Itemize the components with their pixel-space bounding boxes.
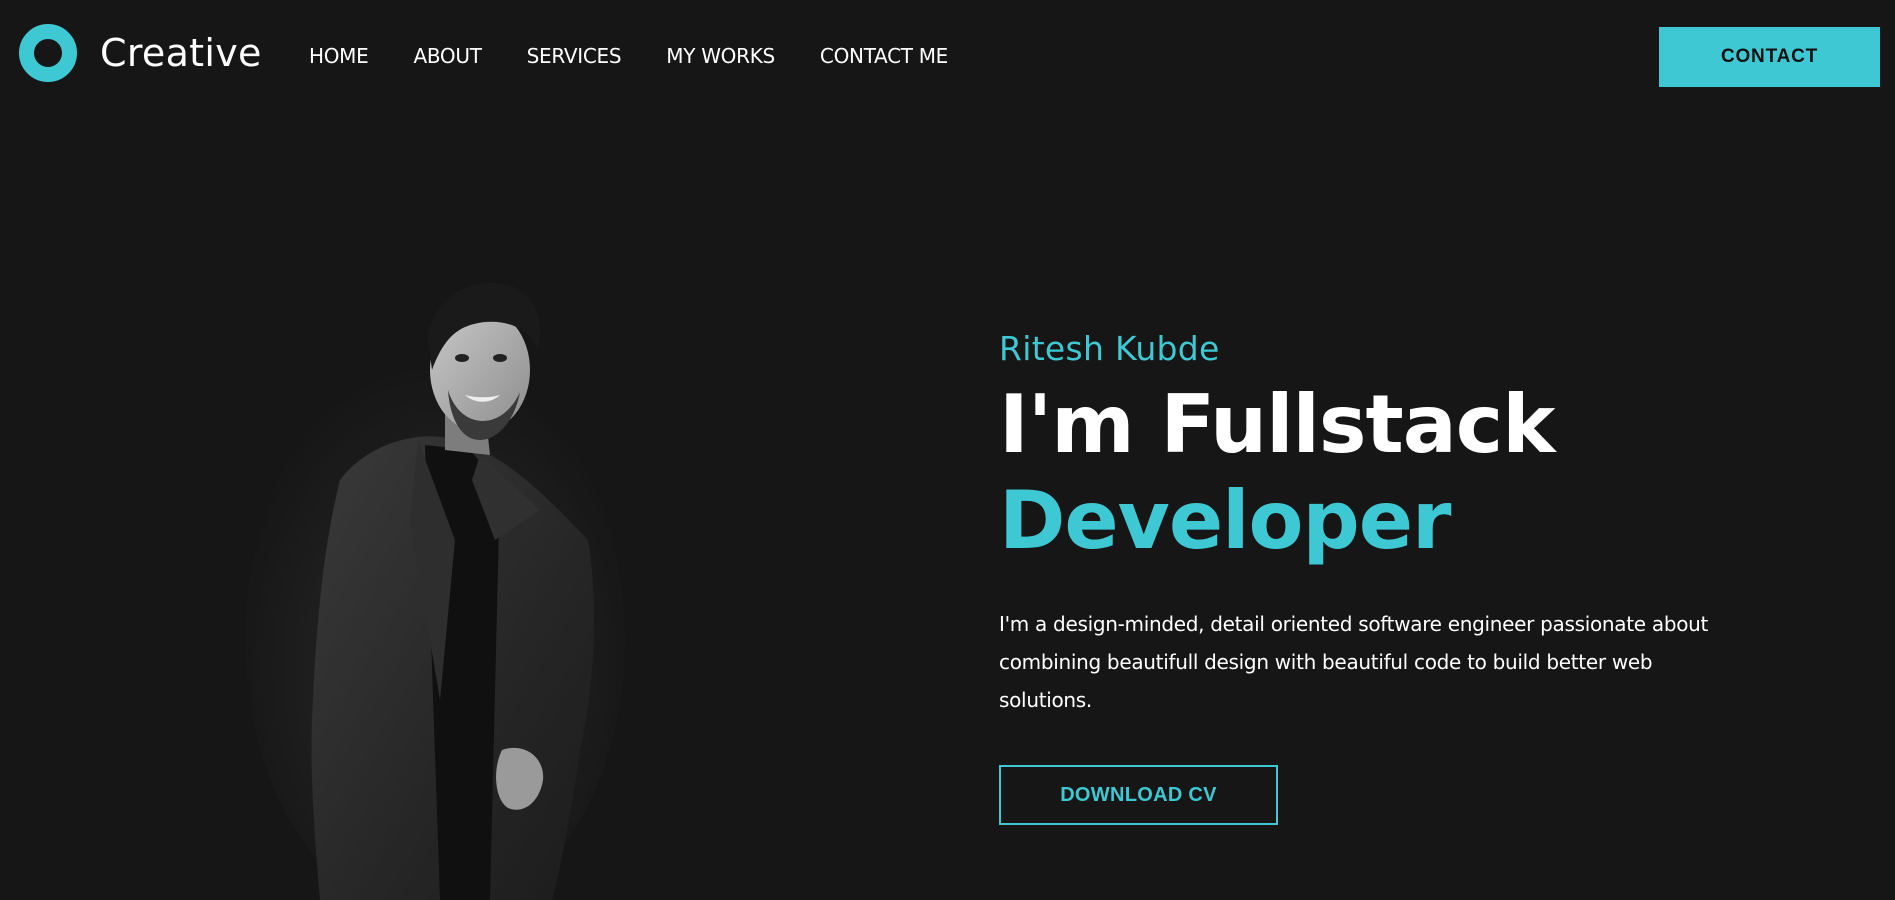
- logo-ring-icon: [19, 24, 77, 82]
- nav-about[interactable]: ABOUT: [413, 44, 481, 68]
- nav-contact-me[interactable]: CONTACT ME: [820, 44, 948, 68]
- site-header: Creative HOME ABOUT SERVICES MY WORKS CO…: [0, 0, 1895, 114]
- download-cv-button[interactable]: DOWNLOAD CV: [999, 765, 1278, 825]
- logo[interactable]: Creative: [19, 24, 262, 82]
- page: Creative HOME ABOUT SERVICES MY WORKS CO…: [0, 0, 1895, 900]
- nav-home[interactable]: HOME: [309, 44, 369, 68]
- profile-photo: [240, 280, 630, 900]
- hero-title-line1: I'm Fullstack: [999, 378, 1555, 471]
- hero-name: Ritesh Kubde: [999, 329, 1220, 368]
- contact-button[interactable]: CONTACT: [1659, 27, 1880, 87]
- nav-my-works[interactable]: MY WORKS: [666, 44, 775, 68]
- logo-text: Creative: [100, 31, 262, 75]
- person-portrait-icon: [245, 282, 625, 900]
- hero-description: I'm a design-minded, detail oriented sof…: [999, 612, 1709, 712]
- main-nav: HOME ABOUT SERVICES MY WORKS CONTACT ME: [309, 44, 948, 68]
- hero-title-line2: Developer: [999, 474, 1451, 567]
- nav-services[interactable]: SERVICES: [527, 44, 622, 68]
- hero-section: Ritesh Kubde I'm Fullstack Developer I'm…: [999, 325, 1779, 825]
